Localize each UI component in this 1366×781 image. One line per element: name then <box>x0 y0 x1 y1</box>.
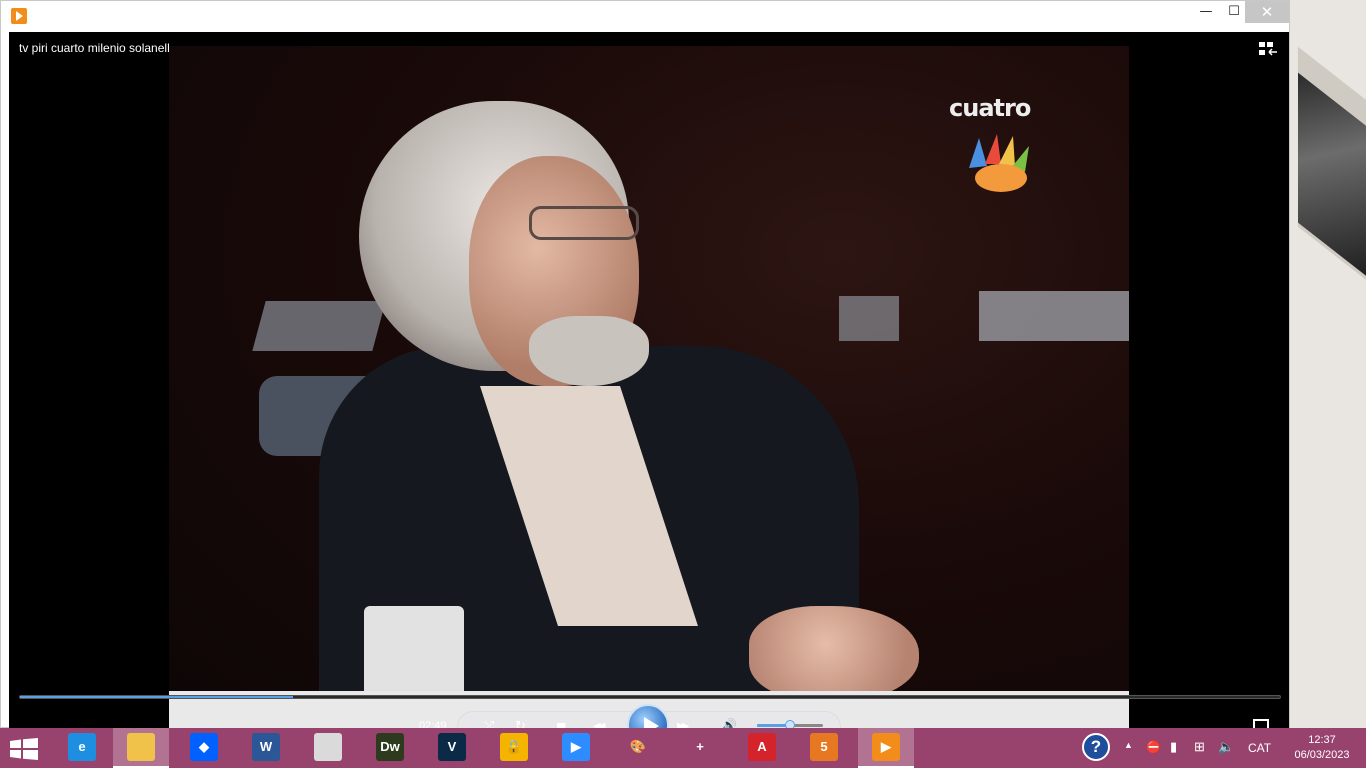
help-badge: ? <box>1082 733 1110 761</box>
clock-time: 12:37 <box>1308 734 1336 746</box>
plus-app-icon: + <box>686 733 714 761</box>
taskbar-item-file-explorer[interactable] <box>113 728 169 768</box>
seek-bar[interactable] <box>19 695 1281 699</box>
vegas-icon: V <box>438 733 466 761</box>
channel-logo-hand-icon <box>969 134 1029 192</box>
taskbar-item-paint[interactable]: 🎨 <box>610 728 666 768</box>
person-beard <box>529 316 649 386</box>
zoom-icon: ▶ <box>562 733 590 761</box>
taskbar-item-internet-explorer[interactable]: e <box>54 728 110 768</box>
video-area[interactable]: cuatro tv piri cuarto milenio solanell 0… <box>9 32 1289 729</box>
taskbar-item-vegas[interactable]: V <box>424 728 480 768</box>
taskbar-item-rocket[interactable]: 5 <box>796 728 852 768</box>
speaker-icon[interactable]: 🔈 <box>1218 739 1234 779</box>
file-explorer-icon <box>127 733 155 761</box>
taskbar-item-dropbox[interactable]: ◆ <box>176 728 232 768</box>
studio-light-left <box>252 301 386 351</box>
close-button[interactable]: ✕ <box>1245 1 1289 23</box>
rocket-icon: 5 <box>810 733 838 761</box>
word-icon: W <box>252 733 280 761</box>
studio-light-right <box>979 291 1129 341</box>
taskbar-item-usb-drive[interactable] <box>300 728 356 768</box>
seek-bar-progress <box>20 696 294 698</box>
windows-start-icon[interactable] <box>10 738 38 760</box>
internet-explorer-icon: e <box>68 733 96 761</box>
person-glasses <box>529 206 639 240</box>
video-frame: cuatro <box>169 46 1129 729</box>
paint-icon: 🎨 <box>624 733 652 761</box>
desktop-background <box>1290 0 1366 728</box>
taskbar-item-acrobat[interactable]: A <box>734 728 790 768</box>
media-player-icon: ▶ <box>872 733 900 761</box>
help-icon[interactable]: ? <box>1080 728 1112 768</box>
acrobat-icon: A <box>748 733 776 761</box>
vpn-shield-icon: 🔒 <box>500 733 528 761</box>
taskbar-item-plus-app[interactable]: + <box>672 728 728 768</box>
taskbar-item-media-player[interactable]: ▶ <box>858 728 914 768</box>
ethernet-icon[interactable]: ⊞ <box>1194 739 1205 779</box>
dropbox-icon: ◆ <box>190 733 218 761</box>
title-bar[interactable]: — ☐ ✕ <box>1 1 1289 31</box>
minimize-button[interactable]: — <box>1191 1 1221 23</box>
taskbar-item-dreamweaver[interactable]: Dw <box>362 728 418 768</box>
compact-mode-icon[interactable] <box>1259 42 1277 56</box>
tray-overflow-chevron-icon[interactable]: ▲ <box>1124 740 1133 780</box>
clock-date: 06/03/2023 <box>1294 749 1350 761</box>
video-title: tv piri cuarto milenio solanell <box>19 41 170 55</box>
system-clock[interactable]: 12:37 06/03/2023 <box>1284 733 1360 763</box>
taskbar-item-zoom[interactable]: ▶ <box>548 728 604 768</box>
battery-icon[interactable]: ▮ <box>1170 739 1177 779</box>
channel-logo-text: cuatro <box>949 94 1031 122</box>
studio-light-center <box>839 296 899 341</box>
media-player-window: — ☐ ✕ cuatro tv piri cuarto milenio sola… <box>0 0 1290 729</box>
taskbar: e ◆ W Dw V 🔒 ▶ 🎨 + A 5 ▶ ? ▲ ⛔ ▮ ⊞ 🔈 CAT 12:37 06/0… <box>0 728 1366 768</box>
dreamweaver-icon: Dw <box>376 733 404 761</box>
volume-slider[interactable] <box>757 720 823 729</box>
language-indicator[interactable]: CAT <box>1248 741 1271 781</box>
taskbar-item-vpn-shield[interactable]: 🔒 <box>486 728 542 768</box>
network-error-icon[interactable]: ⛔ <box>1146 740 1161 780</box>
person-hand <box>749 606 919 701</box>
taskbar-item-word[interactable]: W <box>238 728 294 768</box>
usb-drive-icon <box>314 733 342 761</box>
media-player-app-icon[interactable] <box>11 8 27 24</box>
